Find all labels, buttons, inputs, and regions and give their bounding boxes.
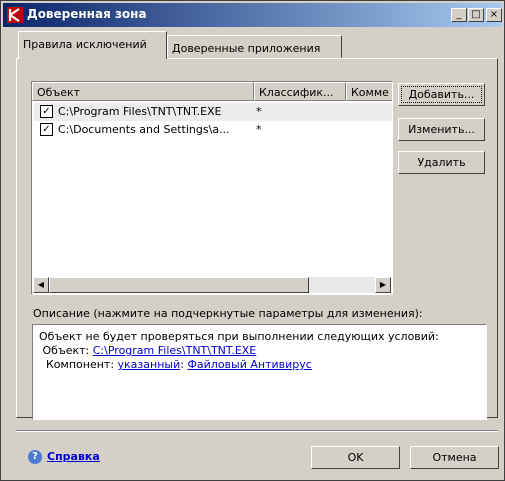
help-icon[interactable]: ?: [28, 450, 42, 464]
description-label: Описание (нажмите на подчеркнутые параме…: [33, 307, 423, 320]
description-object-line: Объект: C:\Program Files\TNT\TNT.EXE: [39, 344, 480, 358]
component-label: Компонент:: [46, 358, 118, 371]
row-checkbox[interactable]: ✓: [40, 105, 53, 118]
description-box: Объект не будет проверяться при выполнен…: [32, 324, 487, 420]
ok-button[interactable]: OK: [311, 446, 400, 469]
table-row[interactable]: ✓ C:\Program Files\TNT\TNT.EXE *: [34, 103, 392, 121]
exclusion-list[interactable]: Объект Классифик... Комме ✓ C:\Program F…: [31, 81, 393, 295]
table-row[interactable]: ✓ C:\Documents and Settings\a... *: [34, 121, 392, 139]
object-label: Объект:: [42, 344, 93, 357]
column-header-object[interactable]: Объект: [32, 82, 254, 101]
footer-separator: [16, 430, 498, 432]
minimize-button[interactable]: _: [451, 8, 467, 22]
description-component-line: Компонент: указанный: Файловый Антивирус: [39, 358, 480, 372]
file-antivirus-link[interactable]: Файловый Антивирус: [187, 358, 311, 371]
description-line: Объект не будет проверяться при выполнен…: [39, 330, 439, 343]
cancel-button[interactable]: Отмена: [410, 446, 499, 469]
close-button[interactable]: ×: [486, 8, 502, 22]
row-object: C:\Documents and Settings\a...: [58, 123, 230, 136]
column-header-classification[interactable]: Классифик...: [254, 82, 346, 101]
delete-button[interactable]: Удалить: [398, 151, 485, 174]
maximize-button[interactable]: □: [468, 8, 484, 22]
scroll-thumb[interactable]: [49, 277, 309, 293]
help-link[interactable]: Справка: [47, 450, 100, 463]
trusted-zone-window: Доверенная зона _ □ × Правила исключений…: [0, 0, 505, 481]
add-button[interactable]: Добавить...: [398, 83, 485, 106]
row-checkbox[interactable]: ✓: [40, 123, 53, 136]
tab-trusted-applications[interactable]: Доверенные приложения: [167, 35, 342, 58]
edit-button[interactable]: Изменить...: [398, 118, 485, 141]
object-path-link[interactable]: C:\Program Files\TNT\TNT.EXE: [93, 344, 257, 357]
row-classification: *: [256, 123, 262, 136]
window-title: Доверенная зона: [27, 7, 147, 21]
scroll-right-icon[interactable]: ▶: [375, 277, 391, 293]
component-specified-link[interactable]: указанный: [118, 358, 181, 371]
horizontal-scrollbar[interactable]: ◀ ▶: [33, 277, 391, 293]
row-classification: *: [256, 105, 262, 118]
column-header-comment[interactable]: Комме: [346, 82, 392, 101]
title-bar[interactable]: Доверенная зона _ □ ×: [3, 3, 502, 27]
kaspersky-logo-icon: [7, 7, 23, 23]
scroll-left-icon[interactable]: ◀: [33, 277, 49, 293]
tab-exclusion-rules[interactable]: Правила исключений: [18, 31, 167, 59]
row-object: C:\Program Files\TNT\TNT.EXE: [58, 105, 222, 118]
